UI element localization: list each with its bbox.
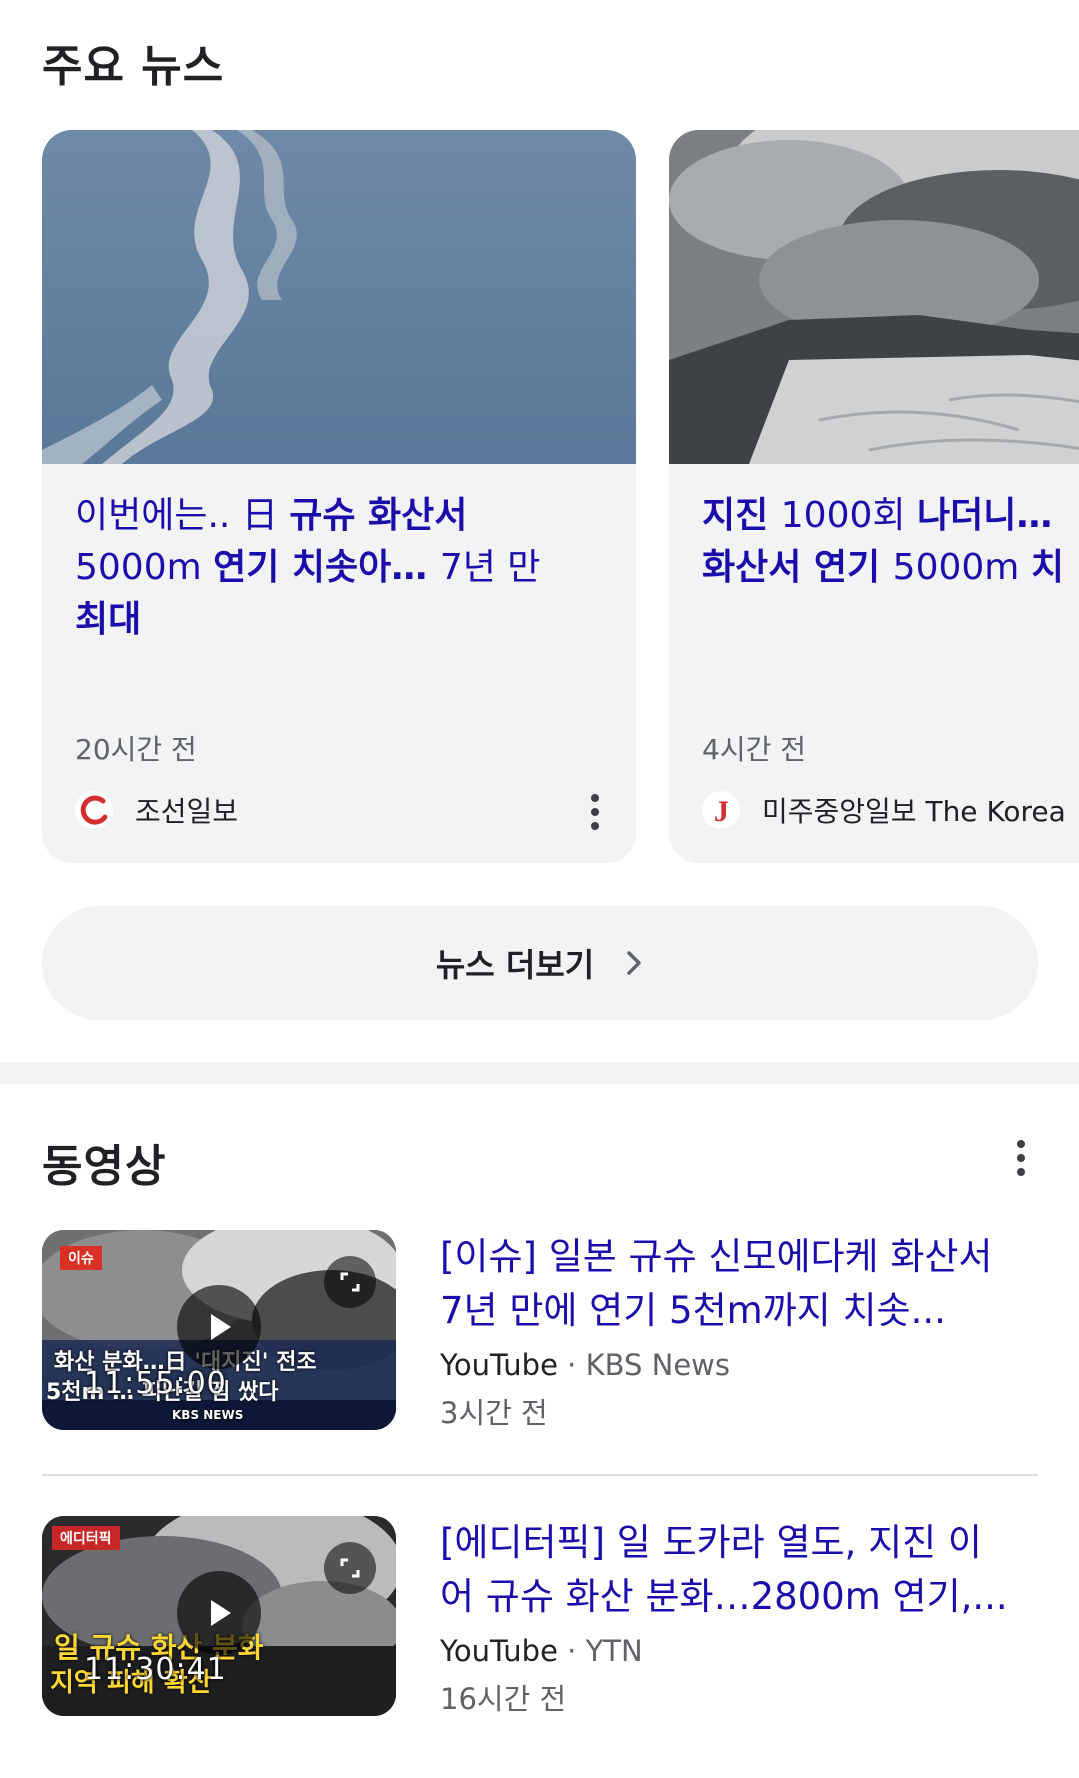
news-card[interactable]: 이번에는.. 日 규슈 화산서 5000m 연기 치솟아… 7년 만 최대 20… [42,130,636,863]
section-divider [0,1062,1079,1084]
headline-part: 연기 치솟아… [213,547,440,588]
more-news-button[interactable]: 뉴스 더보기 [42,906,1038,1020]
news-headline[interactable]: 지진 1000회 나더니… 화산서 연기 5000m 치 [702,490,1079,594]
video-item[interactable]: 에디터픽 일 규슈 화산 분화 지역 피해 확산 11:30:41 [에디터픽]… [42,1516,1038,1716]
meta-separator: · [557,1634,586,1668]
videos-title: 동영상 [42,1141,167,1192]
more-options-icon[interactable] [1016,1140,1026,1176]
news-source-name: 미주중앙일보 The Korea [762,795,1066,828]
svg-text:J: J [714,795,729,828]
news-source[interactable]: J 미주중앙일보 The Korea [702,790,1066,830]
video-meta: YouTube · YTN [440,1634,643,1668]
headline-part: 이번에는.. [75,495,242,536]
play-icon[interactable] [177,1571,261,1655]
news-thumbnail [42,130,636,464]
video-title[interactable]: [에디터픽] 일 도카라 열도, 지진 이 어 규슈 화산 분화…2800m 연… [440,1516,1040,1624]
thumbnail-brand: KBS NEWS [172,1408,244,1422]
expand-icon[interactable] [324,1256,376,1308]
video-thumbnail[interactable]: 이슈 화산 분화…日 '대지진' 전조 5천m … 피난길 짐 쌌다 KBS N… [42,1230,396,1430]
chosun-logo-icon [75,791,113,829]
headline-part: 최대 [75,599,142,640]
news-thumbnail [669,130,1079,464]
video-duration: 11:55:00 [84,1366,227,1401]
headline-part: 치 [1030,547,1064,588]
video-channel: KBS News [585,1348,730,1382]
video-platform: YouTube [440,1348,558,1382]
news-source-name: 조선일보 [135,795,239,828]
video-title-line: 어 규슈 화산 분화…2800m 연기,... [440,1575,1008,1618]
more-options-icon[interactable] [590,794,600,830]
headline-part: 지진 [702,495,781,536]
expand-icon[interactable] [324,1542,376,1594]
joongang-logo-icon: J [702,791,740,829]
video-channel: YTN [585,1634,643,1668]
news-headline[interactable]: 이번에는.. 日 규슈 화산서 5000m 연기 치솟아… 7년 만 최대 [75,490,615,646]
headline-part: 5000m [75,547,214,588]
news-time: 20시간 전 [75,733,197,766]
more-news-label: 뉴스 더보기 [435,946,595,984]
video-meta: YouTube · KBS News [440,1348,730,1382]
news-source[interactable]: 조선일보 [75,790,238,830]
news-carousel[interactable]: 이번에는.. 日 규슈 화산서 5000m 연기 치솟아… 7년 만 최대 20… [42,130,1079,863]
video-title[interactable]: [이슈] 일본 규슈 신모에다케 화산서 7년 만에 연기 5천m까지 치솟..… [440,1230,1040,1338]
video-title-line: [이슈] 일본 규슈 신모에다케 화산서 [440,1235,993,1278]
video-title-line: [에디터픽] 일 도카라 열도, 지진 이 [440,1521,982,1564]
chevron-right-icon [627,951,641,975]
headline-part: 5000m [892,547,1031,588]
headline-part: 日 [241,495,290,536]
news-card[interactable]: 지진 1000회 나더니… 화산서 연기 5000m 치 4시간 전 J 미주중… [669,130,1079,863]
video-platform: YouTube [440,1634,558,1668]
thumbnail-tag: 이슈 [60,1246,102,1270]
video-title-line: 7년 만에 연기 5천m까지 치솟... [440,1289,946,1332]
news-time: 4시간 전 [702,733,806,766]
meta-separator: · [557,1348,586,1382]
headline-part: 1000회 [780,495,917,536]
headline-part: 7년 만 [439,547,541,588]
top-news-title: 주요 뉴스 [42,41,225,92]
video-thumbnail[interactable]: 에디터픽 일 규슈 화산 분화 지역 피해 확산 11:30:41 [42,1516,396,1716]
play-icon[interactable] [177,1285,261,1369]
video-time: 16시간 전 [440,1682,567,1716]
headline-part: 화산서 연기 [702,547,893,588]
headline-part: 규슈 화산서 [289,495,468,536]
video-time: 3시간 전 [440,1396,548,1430]
headline-part: 나더니… [916,495,1053,536]
video-item[interactable]: 이슈 화산 분화…日 '대지진' 전조 5천m … 피난길 짐 쌌다 KBS N… [42,1230,1038,1430]
row-divider [42,1474,1038,1476]
thumbnail-tag: 에디터픽 [52,1526,120,1550]
video-duration: 11:30:41 [84,1652,227,1687]
